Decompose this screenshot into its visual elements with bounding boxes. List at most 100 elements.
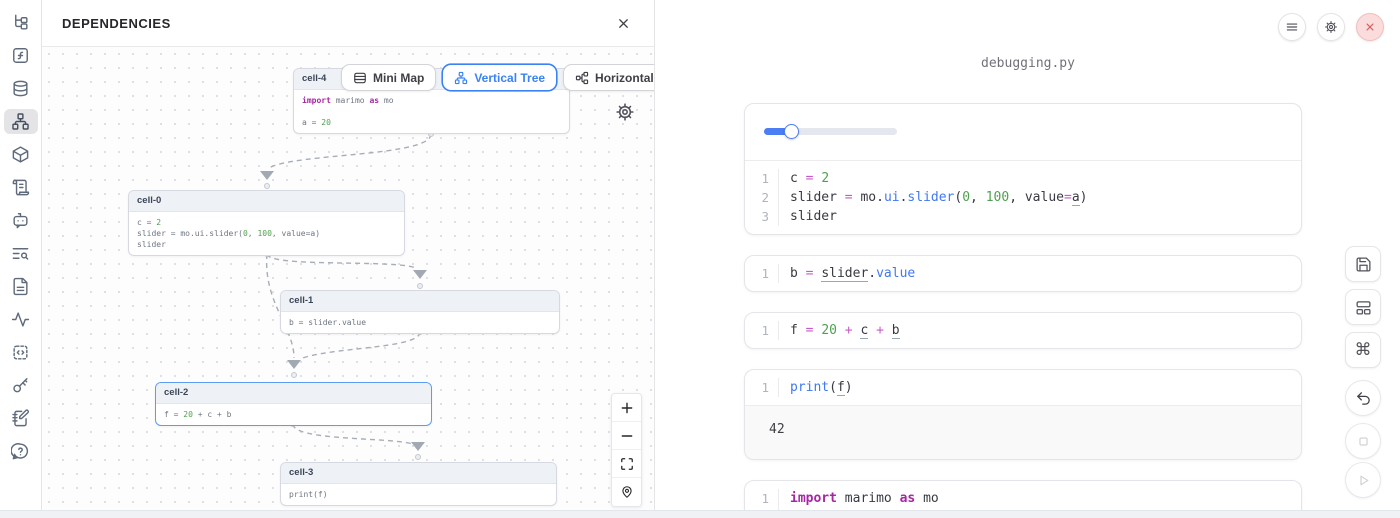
bottom-status-strip <box>0 510 1400 518</box>
notebook-cell-1[interactable]: 1b = slider.value <box>744 255 1302 292</box>
code-token <box>798 266 806 281</box>
help-icon <box>11 442 30 461</box>
vertical-tree-label: Vertical Tree <box>474 71 545 85</box>
save-icon <box>1355 256 1372 273</box>
sidebar-item-snippets[interactable] <box>4 340 38 365</box>
zoom-in-button[interactable] <box>612 394 641 422</box>
code-editor[interactable]: 1print(f) <box>745 370 1301 405</box>
code-token <box>837 190 845 205</box>
dependencies-panel: DEPENDENCIES <box>42 0 655 510</box>
layout-button[interactable] <box>1345 289 1381 325</box>
graph-settings-button[interactable] <box>615 102 635 122</box>
code-editor[interactable]: 1c = 22slider = mo.ui.slider(0, 100, val… <box>745 161 1301 234</box>
scroll-icon <box>11 178 30 197</box>
line-number: 1 <box>745 489 779 508</box>
graph-node-cell-1[interactable]: cell-1b = slider.value <box>280 290 560 334</box>
graph-node-cell-2[interactable]: cell-2f = 20 + c + b <box>155 382 432 426</box>
code-token: 100 <box>257 229 271 238</box>
code-token: a = <box>302 118 321 127</box>
sidebar-item-search[interactable] <box>4 241 38 266</box>
code-token: slider <box>907 190 954 205</box>
element: 1b = slider.value <box>745 264 1301 283</box>
notebook-cell-0[interactable]: 1c = 22slider = mo.ui.slider(0, 100, val… <box>744 103 1302 235</box>
fit-view-button[interactable] <box>612 450 641 478</box>
close-dependencies-button[interactable] <box>612 12 634 34</box>
undo-button[interactable] <box>1345 380 1381 416</box>
sidebar-item-dependencies[interactable] <box>4 109 38 134</box>
element: 3slider <box>745 207 1301 226</box>
element: f = 20 + c + b <box>164 409 423 420</box>
dependencies-header: DEPENDENCIES <box>42 0 654 47</box>
code-line: slider = mo.ui.slider(0, 100, value=a) <box>779 188 1087 207</box>
code-token: ) <box>1080 190 1088 205</box>
element: 1f = 20 + c + b <box>745 321 1301 340</box>
code-token: mo <box>915 491 938 506</box>
marimo-app: DEPENDENCIES <box>0 0 1400 518</box>
sidebar-item-chat[interactable] <box>4 208 38 233</box>
code-token: + <box>845 323 853 338</box>
sidebar-item-file-tree[interactable] <box>4 10 38 35</box>
code-token: . <box>868 266 876 281</box>
keyboard-shortcuts-button[interactable]: ⌘ <box>1345 332 1381 368</box>
element: slider = mo.ui.slider(0, 100, value=a) <box>137 228 396 239</box>
code-editor[interactable]: 1b = slider.value <box>745 256 1301 291</box>
panel-title: DEPENDENCIES <box>62 16 171 31</box>
sidebar-item-secrets[interactable] <box>4 373 38 398</box>
sidebar-item-variables[interactable] <box>4 43 38 68</box>
element: import marimo as mo <box>302 95 561 106</box>
code-token: slider <box>821 266 868 282</box>
sidebar-item-logs[interactable] <box>4 175 38 200</box>
save-button[interactable] <box>1345 246 1381 282</box>
vertical-tree-button[interactable]: Vertical Tree <box>442 64 557 91</box>
element: c = 2 <box>137 217 396 228</box>
code-line: import marimo as mo <box>779 489 939 508</box>
code-token: . <box>876 190 884 205</box>
sidebar-item-datasources[interactable] <box>4 76 38 101</box>
code-token: b <box>790 266 798 281</box>
code-token: b <box>892 323 900 339</box>
graph-zoom-controls <box>611 393 642 507</box>
sidebar-item-scratchpad[interactable] <box>4 406 38 431</box>
code-line: f = 20 + c + b <box>779 321 900 340</box>
play-icon <box>1355 472 1372 489</box>
code-token: slider <box>790 190 837 205</box>
graph-view-toolbar: Mini Map Vertical Tree Horizontal Tree <box>341 64 654 91</box>
code-token: + c + b <box>193 410 232 419</box>
run-button[interactable] <box>1345 462 1381 498</box>
code-token: ui <box>884 190 900 205</box>
line-number: 1 <box>745 378 779 397</box>
graph-node-cell-3[interactable]: cell-3print(f) <box>280 462 557 506</box>
code-editor[interactable]: 1f = 20 + c + b <box>745 313 1301 348</box>
element: 1print(f) <box>745 378 1301 397</box>
code-token: import <box>790 491 837 506</box>
code-token: + <box>876 323 884 338</box>
code-token: slider <box>790 209 837 224</box>
mini-map-button[interactable]: Mini Map <box>341 64 436 91</box>
file-tree-icon <box>11 13 30 32</box>
sidebar-item-tracing[interactable] <box>4 307 38 332</box>
code-token: b = slider.value <box>289 318 366 327</box>
element: a = 20 <box>302 117 561 128</box>
graph-node-cell-0[interactable]: cell-0c = 2slider = mo.ui.slider(0, 100,… <box>128 190 405 256</box>
slider-thumb[interactable] <box>784 124 799 139</box>
sidebar-item-packages[interactable] <box>4 142 38 167</box>
notebook-cell-3[interactable]: 1print(f)42 <box>744 369 1302 460</box>
code-token: 100 <box>986 190 1009 205</box>
notebook-cell-2[interactable]: 1f = 20 + c + b <box>744 312 1302 349</box>
zoom-out-button[interactable] <box>612 422 641 450</box>
sidebar-item-help[interactable] <box>4 439 38 464</box>
center-view-button[interactable] <box>612 478 641 506</box>
code-token: 0 <box>962 190 970 205</box>
layout-icon <box>1355 299 1372 316</box>
sidebar-item-documentation[interactable] <box>4 274 38 299</box>
slider-widget[interactable] <box>764 124 897 139</box>
stop-button[interactable] <box>1345 423 1381 459</box>
line-number: 1 <box>745 169 779 188</box>
code-token <box>884 323 892 338</box>
dependency-canvas[interactable]: Mini Map Vertical Tree Horizontal Tree c… <box>42 47 654 510</box>
code-token: , <box>248 229 258 238</box>
code-token: c = <box>137 218 156 227</box>
horizontal-tree-button[interactable]: Horizontal Tree <box>563 64 654 91</box>
graph-node-code: b = slider.value <box>281 312 559 333</box>
code-line: c = 2 <box>779 169 829 188</box>
